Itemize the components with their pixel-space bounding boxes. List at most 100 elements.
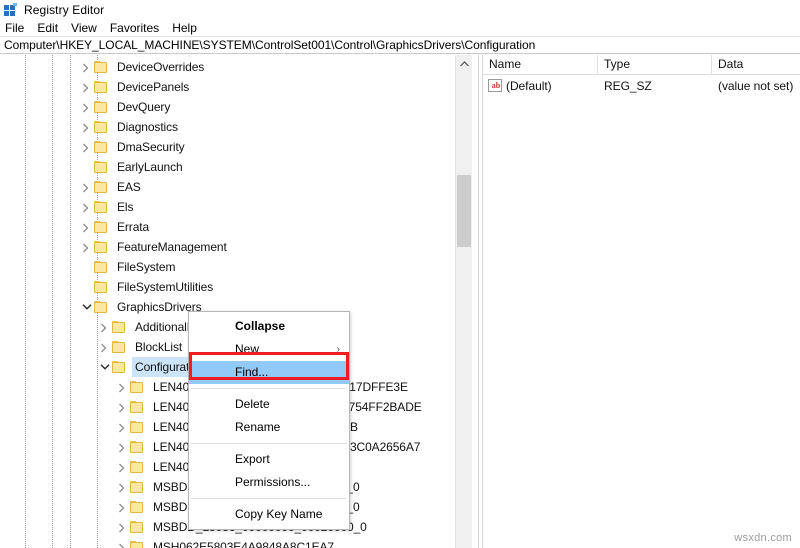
tree-item[interactable]: Els (0, 197, 455, 217)
tree-vertical-scrollbar[interactable] (455, 55, 472, 548)
folder-icon (112, 360, 127, 374)
context-menu-item[interactable]: Permissions... (189, 471, 349, 494)
tree-item-label: BlockList (135, 340, 183, 354)
context-menu-item[interactable]: Find... (189, 361, 349, 384)
column-header-data[interactable]: Data (712, 55, 800, 74)
chevron-right-icon[interactable] (114, 497, 130, 517)
menu-view[interactable]: View (71, 21, 105, 35)
registry-editor-icon (4, 2, 18, 17)
context-menu-item-label: Permissions... (235, 475, 311, 489)
menu-separator (191, 443, 347, 444)
tree-item-label: DevQuery (117, 100, 171, 114)
title-bar: Registry Editor (0, 0, 800, 19)
chevron-right-icon[interactable] (114, 517, 130, 537)
value-row[interactable]: ab (Default) REG_SZ (value not set) (483, 76, 800, 95)
tree-item-label: Els (117, 200, 134, 214)
chevron-right-icon[interactable] (114, 397, 130, 417)
context-menu-item-label: Export (235, 452, 270, 466)
context-menu-item[interactable]: New › (189, 338, 349, 361)
folder-icon (130, 500, 145, 514)
chevron-right-icon[interactable] (78, 57, 94, 77)
tree-item[interactable]: EarlyLaunch (0, 157, 455, 177)
tree-item[interactable]: DevicePanels (0, 77, 455, 97)
menu-edit[interactable]: Edit (37, 21, 66, 35)
tree-item-label: FeatureManagement (117, 240, 227, 254)
context-menu-item[interactable]: Copy Key Name (189, 503, 349, 526)
chevron-right-icon[interactable] (78, 177, 94, 197)
folder-icon (130, 540, 145, 548)
tree-item-label: Errata (117, 220, 150, 234)
scrollbar-thumb[interactable] (457, 175, 471, 247)
menu-favorites[interactable]: Favorites (110, 21, 167, 35)
context-menu-item-label: Delete (235, 397, 270, 411)
tree-item[interactable]: Diagnostics (0, 117, 455, 137)
chevron-right-icon[interactable] (78, 197, 94, 217)
string-value-icon: ab (488, 79, 502, 92)
chevron-right-icon[interactable] (114, 457, 130, 477)
tree-item[interactable]: MSH062E5803E4A9848A8C1EA7 (0, 537, 455, 548)
chevron-right-icon[interactable] (78, 97, 94, 117)
folder-icon (94, 100, 109, 114)
tree-item-label: MSH062E5803E4A9848A8C1EA7 (153, 540, 334, 548)
chevron-right-icon[interactable] (114, 537, 130, 548)
tree-item-label: Diagnostics (117, 120, 178, 134)
chevron-right-icon[interactable] (96, 337, 112, 357)
chevron-right-icon[interactable] (114, 417, 130, 437)
folder-icon (130, 520, 145, 534)
chevron-right-icon[interactable] (78, 237, 94, 257)
tree-item[interactable]: DeviceOverrides (0, 57, 455, 77)
column-header-name[interactable]: Name (483, 55, 598, 74)
context-menu-item[interactable]: Collapse (189, 315, 349, 338)
folder-icon (112, 340, 127, 354)
chevron-right-icon[interactable] (78, 77, 94, 97)
column-header-type[interactable]: Type (598, 55, 712, 74)
tree-item-label: FileSystem (117, 260, 176, 274)
chevron-down-icon[interactable] (96, 357, 112, 377)
tree-leaf-spacer (78, 257, 94, 277)
registry-path: Computer\HKEY_LOCAL_MACHINE\SYSTEM\Contr… (4, 38, 536, 52)
tree-item[interactable]: FileSystem (0, 257, 455, 277)
folder-icon (112, 320, 127, 334)
tree-item[interactable]: DevQuery (0, 97, 455, 117)
folder-icon (130, 480, 145, 494)
folder-icon (94, 300, 109, 314)
folder-icon (130, 400, 145, 414)
tree-item[interactable]: EAS (0, 177, 455, 197)
folder-icon (94, 220, 109, 234)
watermark: wsxdn.com (734, 532, 792, 544)
tree-item[interactable]: Errata (0, 217, 455, 237)
context-menu-item[interactable]: Rename (189, 416, 349, 439)
context-menu-item[interactable]: Delete (189, 393, 349, 416)
tree-item[interactable]: FileSystemUtilities (0, 277, 455, 297)
tree-item[interactable]: DmaSecurity (0, 137, 455, 157)
folder-icon (94, 180, 109, 194)
value-type: REG_SZ (604, 78, 652, 93)
menu-separator (191, 388, 347, 389)
scroll-up-arrow-icon[interactable] (456, 55, 472, 72)
context-menu-item[interactable]: Export (189, 448, 349, 471)
window-title: Registry Editor (24, 2, 105, 17)
address-bar[interactable]: Computer\HKEY_LOCAL_MACHINE\SYSTEM\Contr… (0, 36, 800, 54)
menu-file[interactable]: File (5, 21, 32, 35)
tree-leaf-spacer (78, 277, 94, 297)
chevron-right-icon[interactable] (114, 477, 130, 497)
chevron-down-icon[interactable] (78, 297, 94, 317)
folder-icon (130, 380, 145, 394)
folder-icon (94, 140, 109, 154)
folder-icon (94, 60, 109, 74)
menu-help[interactable]: Help (172, 21, 205, 35)
folder-icon (130, 460, 145, 474)
context-menu[interactable]: Collapse New › Find... Delete Rename Export Per… (188, 311, 350, 530)
chevron-right-icon[interactable] (78, 217, 94, 237)
chevron-right-icon[interactable] (78, 117, 94, 137)
folder-icon (94, 240, 109, 254)
tree-item-label: DmaSecurity (117, 140, 185, 154)
folder-icon (130, 420, 145, 434)
chevron-right-icon[interactable] (78, 137, 94, 157)
chevron-right-icon[interactable] (114, 437, 130, 457)
tree-item[interactable]: FeatureManagement (0, 237, 455, 257)
chevron-right-icon[interactable] (114, 377, 130, 397)
menu-bar: File Edit View Favorites Help (0, 19, 800, 36)
chevron-right-icon[interactable] (96, 317, 112, 337)
folder-icon (94, 120, 109, 134)
